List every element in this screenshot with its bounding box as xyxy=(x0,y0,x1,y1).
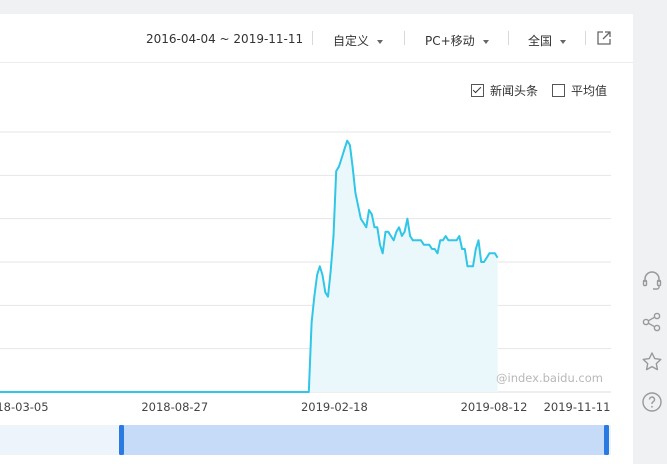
series-area xyxy=(0,140,498,392)
overview-selection[interactable] xyxy=(121,425,607,455)
x-tick-label: 2019-02-18 xyxy=(301,400,368,414)
x-tick-label: 2018-03-05 xyxy=(0,400,49,414)
share-icon[interactable] xyxy=(640,310,664,334)
help-icon[interactable] xyxy=(640,390,664,414)
x-tick-label: 2019-11-11 xyxy=(544,400,611,414)
x-tick-label: 2018-08-27 xyxy=(141,400,208,414)
overview-slider[interactable]: 2016201720182019 xyxy=(0,425,611,455)
trend-chart: 2018-03-05 2018-08-27 2019-02-18 2019-08-12… xyxy=(0,131,611,414)
overview-left-handle[interactable] xyxy=(119,425,124,455)
trend-card: 2016-04-04 ~ 2019-11-11 自定义 PC+移动 全国 新闻头… xyxy=(0,14,633,464)
watermark: @index.baidu.com xyxy=(496,371,603,385)
star-icon[interactable] xyxy=(640,350,664,374)
overview-right-handle[interactable] xyxy=(604,425,609,455)
x-tick-label: 2019-08-12 xyxy=(461,400,528,414)
headset-icon[interactable] xyxy=(640,268,664,292)
